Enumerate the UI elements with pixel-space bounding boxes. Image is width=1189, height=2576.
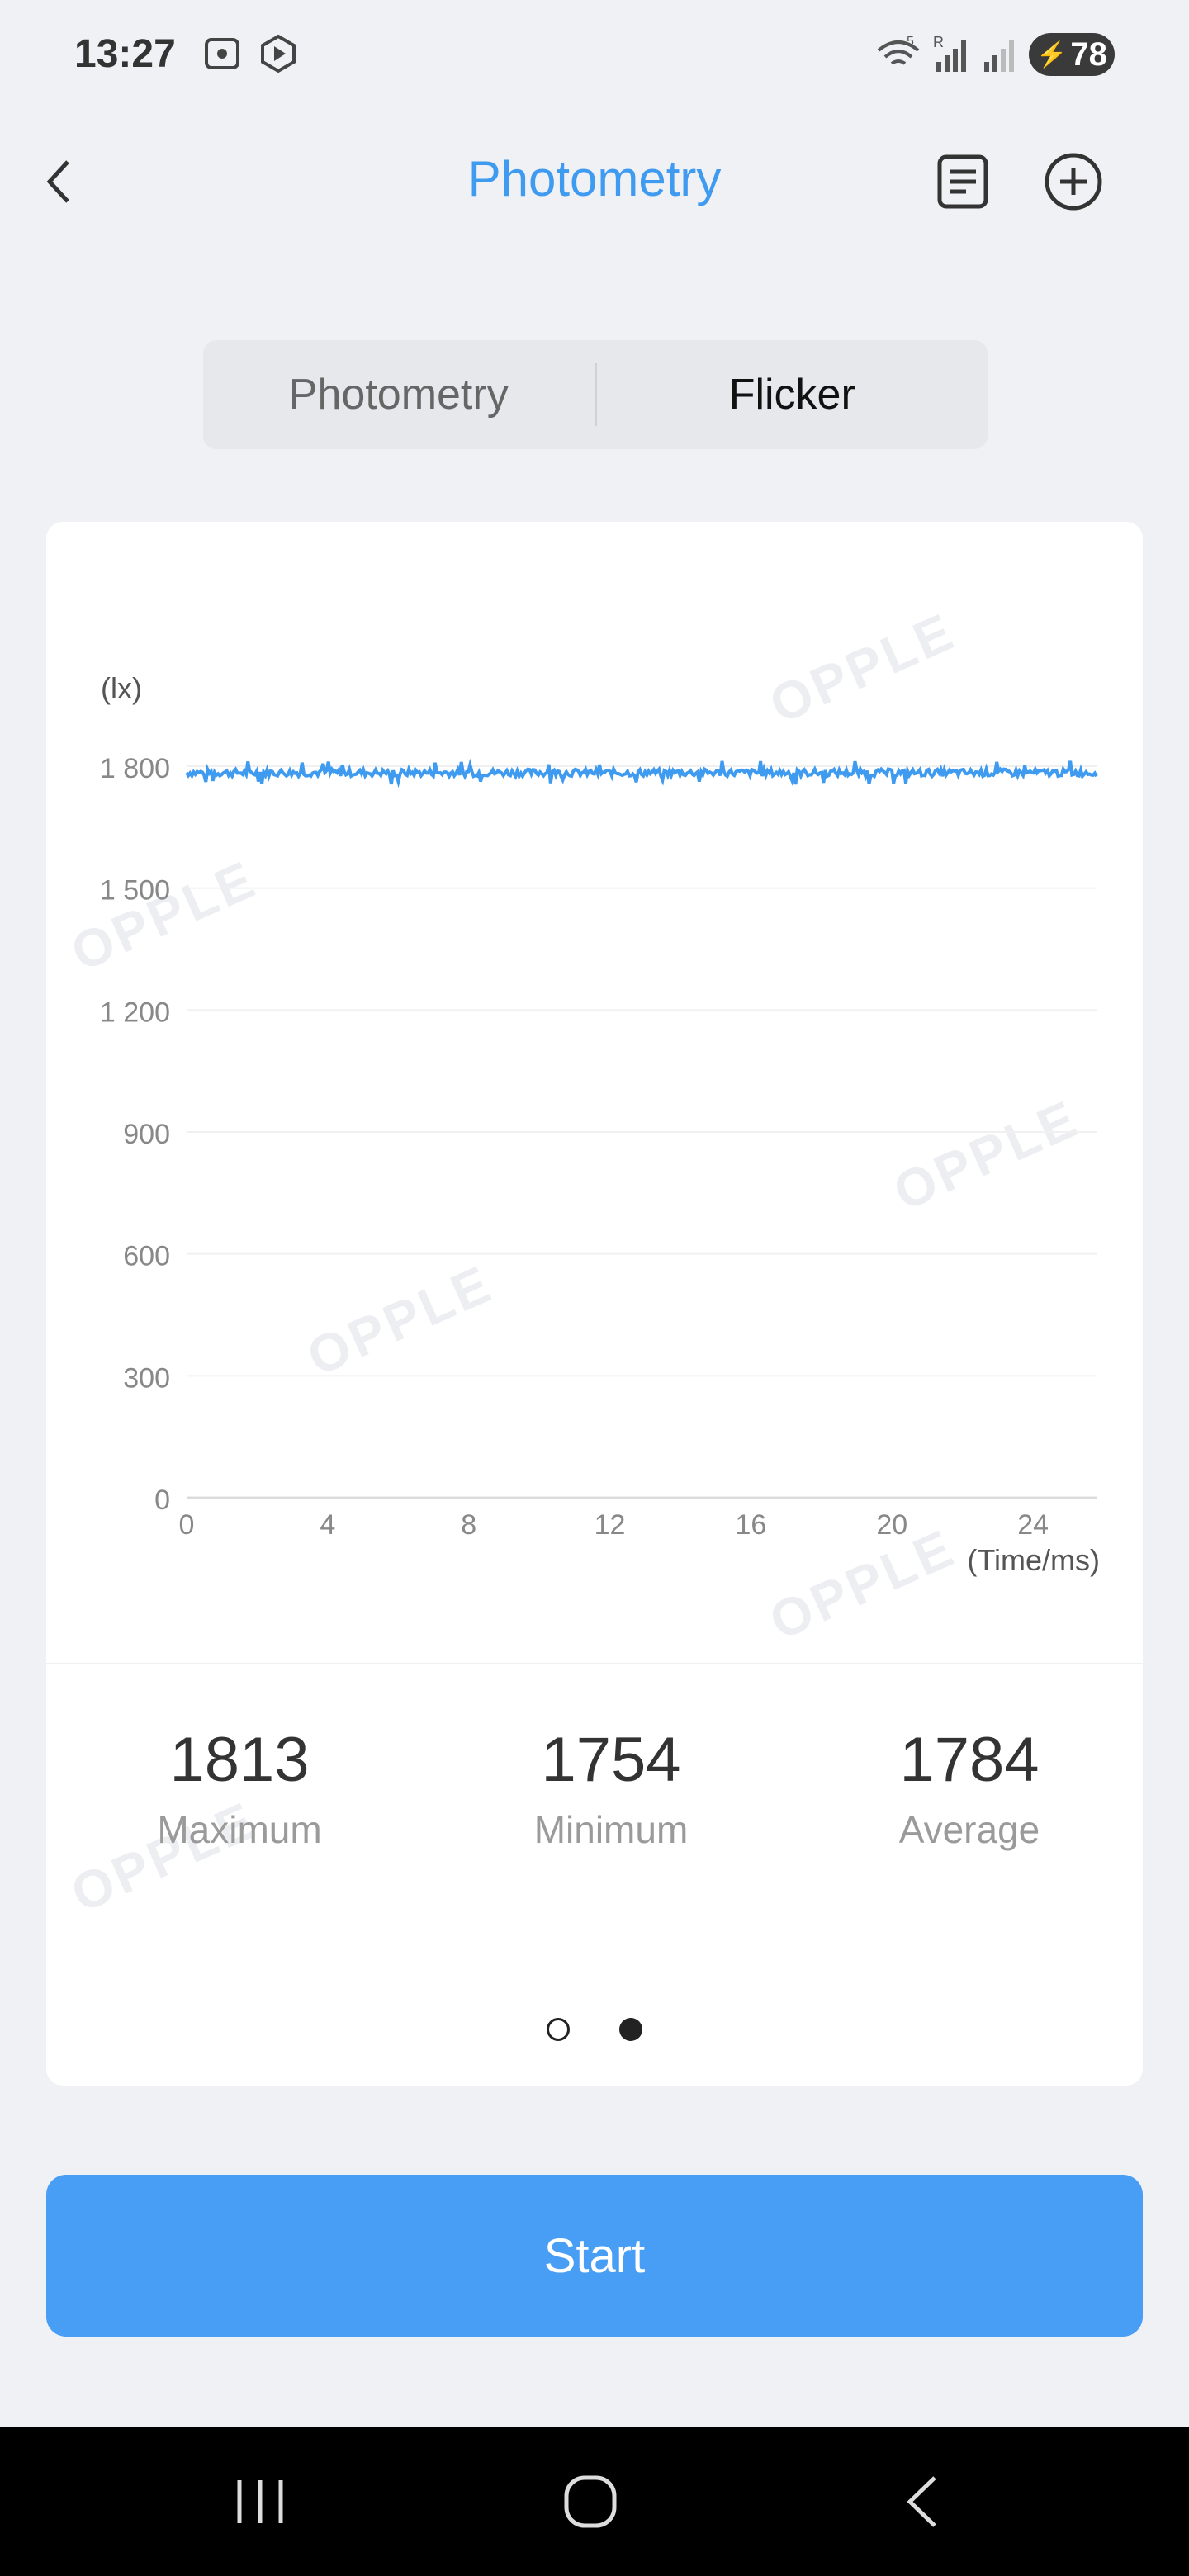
page-dot-1[interactable] bbox=[547, 2018, 570, 2041]
divider bbox=[46, 1663, 1143, 1664]
stat-average-value: 1784 bbox=[899, 1725, 1040, 1795]
y-tick-label: 1 800 bbox=[100, 753, 170, 784]
page-title: Photometry bbox=[467, 151, 722, 206]
recent-apps-icon bbox=[237, 2480, 283, 2523]
svg-text:R: R bbox=[933, 34, 944, 50]
home-button[interactable] bbox=[553, 2469, 628, 2535]
x-tick-label: 20 bbox=[876, 1509, 907, 1541]
signal-icon: R bbox=[933, 34, 966, 72]
page-dot-2[interactable] bbox=[619, 2018, 642, 2041]
start-button[interactable]: Start bbox=[46, 2175, 1143, 2337]
stat-average-label: Average bbox=[898, 1808, 1040, 1851]
x-tick-label: 0 bbox=[179, 1509, 195, 1541]
y-tick-label: 900 bbox=[123, 1119, 170, 1150]
stat-minimum: 1754 Minimum bbox=[462, 1724, 760, 1852]
svg-text:5: 5 bbox=[907, 35, 914, 49]
back-arrow-icon bbox=[907, 2476, 936, 2527]
x-tick-label: 24 bbox=[1017, 1509, 1049, 1541]
stat-minimum-label: Minimum bbox=[533, 1808, 689, 1851]
flicker-card: OPPLE OPPLE OPPLE OPPLE OPPLE OPPLE 0 300… bbox=[46, 522, 1143, 2086]
y-tick-label: 600 bbox=[123, 1241, 170, 1272]
tab-photometry[interactable]: Photometry bbox=[203, 370, 594, 419]
wifi-icon: 5 bbox=[877, 35, 920, 65]
status-notification-icons bbox=[201, 33, 299, 74]
charging-icon: ⚡ bbox=[1036, 40, 1068, 69]
x-tick-label: 12 bbox=[594, 1509, 626, 1541]
media-play-icon bbox=[261, 34, 296, 73]
battery-level: 78 bbox=[1070, 36, 1107, 73]
stat-average: 1784 Average bbox=[821, 1724, 1118, 1852]
x-tick-label: 8 bbox=[461, 1509, 476, 1541]
x-tick-label: 16 bbox=[735, 1509, 766, 1541]
screenshot-icon bbox=[205, 38, 239, 69]
stat-maximum-value: 1813 bbox=[169, 1725, 310, 1795]
y-tick-label: 1 200 bbox=[100, 997, 170, 1028]
flicker-chart: 0 300 600 900 1 200 1 500 1 800 0 4 8 12 16 20 24 (lx)… bbox=[100, 671, 1100, 1577]
add-button[interactable] bbox=[1042, 150, 1105, 213]
stat-minimum-value: 1754 bbox=[541, 1725, 681, 1795]
status-system-icons: 5 R ⚡ 78 bbox=[874, 33, 1115, 76]
signal-icon-2 bbox=[984, 40, 1014, 72]
battery-indicator: ⚡ 78 bbox=[1029, 33, 1115, 76]
stat-maximum: 1813 Maximum bbox=[91, 1724, 388, 1852]
mode-tabs: Photometry Flicker bbox=[203, 340, 988, 449]
x-tick-label: 4 bbox=[320, 1509, 335, 1541]
y-tick-label: 0 bbox=[154, 1485, 170, 1516]
y-tick-label: 300 bbox=[123, 1362, 170, 1394]
system-nav-bar bbox=[0, 2427, 1189, 2576]
y-axis-label: (lx) bbox=[101, 671, 142, 705]
nav-back-button[interactable] bbox=[885, 2469, 959, 2535]
home-icon bbox=[564, 2475, 617, 2528]
records-button[interactable] bbox=[931, 150, 994, 213]
x-axis-label: (Time/ms) bbox=[967, 1543, 1100, 1577]
page-indicator bbox=[46, 2018, 1143, 2041]
flicker-series-line bbox=[185, 758, 1098, 788]
y-tick-label: 1 500 bbox=[100, 875, 170, 907]
stat-maximum-label: Maximum bbox=[157, 1808, 322, 1851]
tab-flicker[interactable]: Flicker bbox=[597, 370, 988, 419]
recent-apps-button[interactable] bbox=[223, 2469, 297, 2535]
app-header: Photometry bbox=[0, 132, 1189, 231]
status-bar: 13:27 5 R ⚡ 78 bbox=[0, 0, 1189, 107]
plus-circle-icon bbox=[1045, 153, 1102, 211]
status-time: 13:27 bbox=[74, 32, 176, 76]
document-list-icon bbox=[937, 154, 988, 209]
